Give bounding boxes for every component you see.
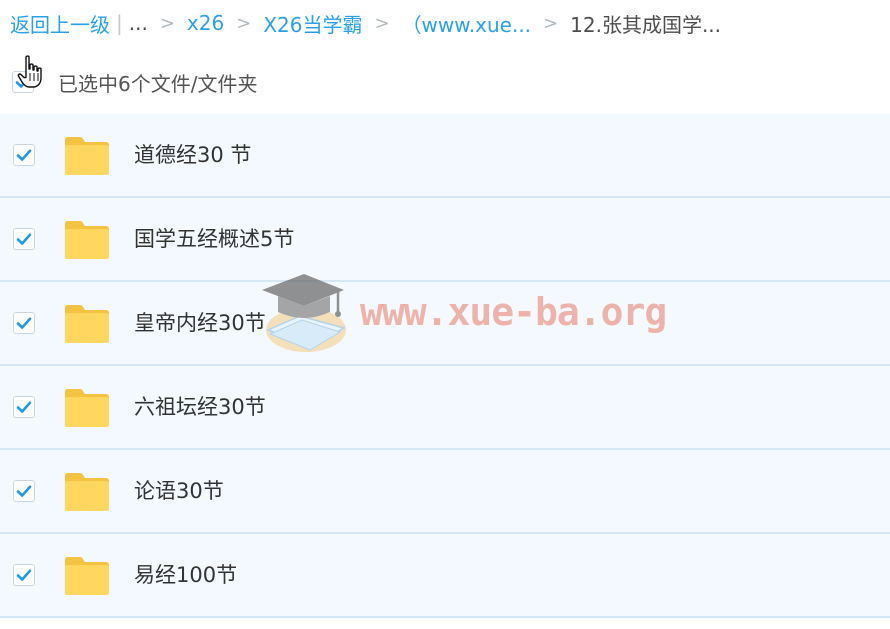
file-name[interactable]: 国学五经概述5节 [134, 198, 294, 280]
breadcrumb-separator: > [236, 12, 252, 34]
breadcrumb-current: 12.张其成国学... [570, 12, 722, 37]
list-item[interactable]: 易经100节 [0, 534, 890, 618]
breadcrumb-separator: > [543, 12, 559, 34]
select-all-row: 已选中6个文件/文件夹 [12, 64, 257, 100]
folder-icon [65, 221, 109, 259]
list-item[interactable]: 皇帝内经30节 [0, 282, 890, 366]
check-icon [16, 569, 32, 581]
row-checkbox[interactable] [13, 312, 35, 334]
file-name[interactable]: 道德经30 节 [134, 114, 251, 196]
list-item[interactable]: 六祖坛经30节 [0, 366, 890, 450]
row-checkbox[interactable] [13, 396, 35, 418]
selection-count-label: 已选中6个文件/文件夹 [58, 71, 258, 96]
breadcrumb: 返回上一级 | ... > x26 > X26当学霸 > （www.xue...… [10, 8, 721, 38]
hand-cursor-icon [17, 55, 42, 88]
list-item[interactable]: 论语30节 [0, 450, 890, 534]
file-name[interactable]: 论语30节 [134, 450, 224, 532]
file-list: 道德经30 节 国学五经概述5节 皇帝内经30节 六祖坛经30节 论语30节 易… [0, 114, 890, 618]
back-link[interactable]: 返回上一级 [10, 9, 110, 38]
file-name[interactable]: 皇帝内经30节 [134, 282, 266, 364]
check-icon [16, 317, 32, 329]
breadcrumb-item-x26-xueba[interactable]: X26当学霸 [263, 9, 362, 38]
row-checkbox[interactable] [13, 480, 35, 502]
folder-icon [65, 137, 109, 175]
breadcrumb-separator: > [159, 12, 175, 34]
folder-icon [65, 473, 109, 511]
row-checkbox[interactable] [13, 144, 35, 166]
row-checkbox[interactable] [13, 228, 35, 250]
folder-icon [65, 557, 109, 595]
list-item[interactable]: 道德经30 节 [0, 114, 890, 198]
file-browser: 返回上一级 | ... > x26 > X26当学霸 > （www.xue...… [0, 0, 890, 629]
breadcrumb-item-x26[interactable]: x26 [187, 11, 224, 35]
check-icon [16, 149, 32, 161]
check-icon [16, 485, 32, 497]
folder-icon [65, 305, 109, 343]
check-icon [16, 233, 32, 245]
file-name[interactable]: 易经100节 [134, 534, 237, 616]
folder-icon [65, 389, 109, 427]
list-item[interactable]: 国学五经概述5节 [0, 198, 890, 282]
breadcrumb-item-www[interactable]: （www.xue... [402, 9, 531, 38]
file-name[interactable]: 六祖坛经30节 [134, 366, 266, 448]
breadcrumb-ellipsis[interactable]: ... [129, 11, 148, 35]
breadcrumb-separator: > [374, 12, 390, 34]
check-icon [16, 401, 32, 413]
breadcrumb-divider: | [116, 11, 123, 35]
row-checkbox[interactable] [13, 564, 35, 586]
